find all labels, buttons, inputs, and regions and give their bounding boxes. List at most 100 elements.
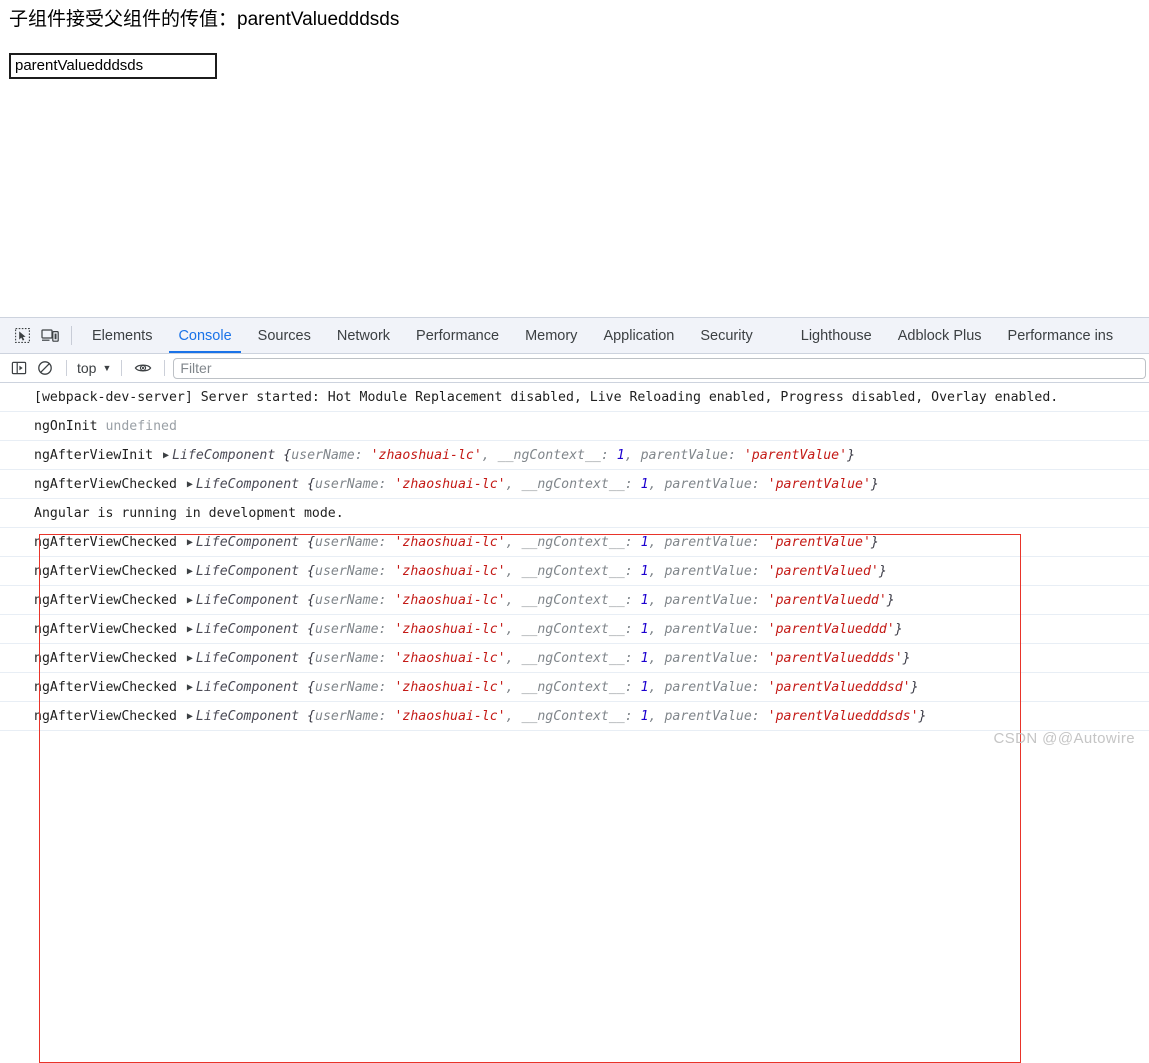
object-key: parentValue <box>640 448 728 463</box>
console-message[interactable]: [webpack-dev-server] Server started: Hot… <box>0 383 1149 412</box>
inspect-element-icon[interactable] <box>8 318 36 353</box>
object-value-string: 'zhaoshuai-lc' <box>394 651 506 666</box>
console-message-text: [webpack-dev-server] Server started: Hot… <box>34 390 1059 405</box>
tab-application[interactable]: Application <box>590 318 687 353</box>
web-page-viewport: 子组件接受父组件的传值：parentValuedddsds <box>0 0 1149 317</box>
object-value-string: 'zhaoshuai-lc' <box>394 680 506 695</box>
object-value-string: 'zhaoshuai-lc' <box>394 564 506 579</box>
tab-performance[interactable]: Performance <box>403 318 512 353</box>
console-sidebar-icon[interactable] <box>6 356 32 380</box>
console-message[interactable]: ngAfterViewChecked ▶ LifeComponent {userN… <box>0 702 1149 731</box>
object-value-string: 'parentValuedddsds' <box>767 709 919 724</box>
disclosure-triangle-icon[interactable]: ▶ <box>185 644 196 673</box>
tab-label: Adblock Plus <box>897 327 982 344</box>
console-message[interactable]: ngAfterViewInit ▶ LifeComponent {userName… <box>0 441 1149 470</box>
toolbar-divider <box>121 360 123 376</box>
console-message-text: Angular is running in development mode. <box>34 506 344 521</box>
object-value-string: 'zhaoshuai-lc' <box>394 477 506 492</box>
disclosure-triangle-icon[interactable]: ▶ <box>185 615 196 644</box>
console-message[interactable]: Angular is running in development mode. <box>0 499 1149 528</box>
console-message-label: ngAfterViewChecked <box>34 680 177 695</box>
watermark-text: CSDN @@Autowire <box>993 730 1135 747</box>
object-key: parentValue <box>664 564 752 579</box>
disclosure-triangle-icon[interactable]: ▶ <box>185 586 196 615</box>
object-value-string: 'parentValue' <box>767 535 871 550</box>
console-message[interactable]: ngAfterViewChecked ▶ LifeComponent {userN… <box>0 644 1149 673</box>
object-key: userName <box>315 535 379 550</box>
object-constructor-name: LifeComponent <box>195 535 300 550</box>
object-value-number: 1 <box>640 564 649 579</box>
disclosure-triangle-icon[interactable]: ▶ <box>185 557 196 586</box>
page-title: 子组件接受父组件的传值：parentValuedddsds <box>9 9 400 30</box>
tab-security[interactable]: Security <box>687 318 765 353</box>
disclosure-triangle-icon[interactable]: ▶ <box>185 702 196 731</box>
tab-label: Memory <box>525 327 578 344</box>
tab-console[interactable]: Console <box>165 318 244 353</box>
tab-label: Performance <box>416 327 500 344</box>
tab-elements[interactable]: Elements <box>79 318 165 353</box>
live-expression-eye-icon[interactable] <box>130 356 156 380</box>
disclosure-triangle-icon[interactable]: ▶ <box>185 673 196 702</box>
object-key: userName <box>315 477 379 492</box>
toolbar-divider <box>66 360 67 376</box>
object-key: userName <box>315 622 379 637</box>
object-constructor-name: LifeComponent <box>195 651 300 666</box>
console-message-label: ngAfterViewChecked <box>34 477 177 492</box>
console-toolbar: top ▼ <box>0 354 1149 383</box>
tab-adblock-plus[interactable]: Adblock Plus <box>885 318 995 353</box>
console-message[interactable]: ngAfterViewChecked ▶ LifeComponent {userN… <box>0 615 1149 644</box>
disclosure-triangle-icon[interactable]: ▶ <box>185 528 196 557</box>
console-message-list[interactable]: [webpack-dev-server] Server started: Hot… <box>0 383 1149 754</box>
toolbar-divider <box>164 360 166 376</box>
console-message[interactable]: ngAfterViewChecked ▶ LifeComponent {userN… <box>0 557 1149 586</box>
console-filter-input[interactable] <box>173 357 1146 379</box>
console-message[interactable]: ngAfterViewChecked ▶ LifeComponent {userN… <box>0 470 1149 499</box>
console-message-label: ngAfterViewChecked <box>34 564 177 579</box>
object-value-string: 'parentValued' <box>767 564 879 579</box>
execution-context-dropdown[interactable]: top ▼ <box>75 360 113 376</box>
disclosure-triangle-icon[interactable]: ▶ <box>161 441 172 470</box>
console-message-label: ngAfterViewChecked <box>34 535 177 550</box>
object-value-number: 1 <box>640 535 649 550</box>
console-message[interactable]: ngAfterViewChecked ▶ LifeComponent {userN… <box>0 586 1149 615</box>
object-value-string: 'zhaoshuai-lc' <box>394 593 506 608</box>
object-value-string: 'zhaoshuai-lc' <box>370 448 482 463</box>
object-key: parentValue <box>664 477 752 492</box>
tab-lighthouse[interactable]: Lighthouse <box>788 318 885 353</box>
console-message[interactable]: ngOnInit undefined <box>0 412 1149 441</box>
object-value-string: 'parentValue' <box>767 477 871 492</box>
tab-label: Application <box>603 327 675 344</box>
object-constructor-name: LifeComponent <box>172 448 276 463</box>
execution-context-label: top <box>77 360 97 376</box>
object-value-number: 1 <box>640 477 649 492</box>
disclosure-triangle-icon[interactable]: ▶ <box>185 470 196 499</box>
object-value-string: 'parentValue' <box>743 448 848 463</box>
console-message[interactable]: ngAfterViewChecked ▶ LifeComponent {userN… <box>0 673 1149 702</box>
console-message-label: ngAfterViewChecked <box>34 593 177 608</box>
object-key: __ngContext__ <box>497 448 601 463</box>
devtools-panel: Elements Console Sources Network Perform… <box>0 317 1149 1063</box>
object-value-number: 1 <box>640 622 649 637</box>
object-value-string: 'parentValuedddsd' <box>767 680 911 695</box>
tab-sources[interactable]: Sources <box>245 318 324 353</box>
console-message-label: ngAfterViewChecked <box>34 709 177 724</box>
tab-memory[interactable]: Memory <box>512 318 590 353</box>
clear-console-icon[interactable] <box>32 356 58 380</box>
parent-value-input[interactable] <box>9 53 217 79</box>
object-key: __ngContext__ <box>521 593 625 608</box>
console-message[interactable]: ngAfterViewChecked ▶ LifeComponent {userN… <box>0 528 1149 557</box>
console-message-value: undefined <box>105 419 177 434</box>
tab-label: Network <box>336 327 391 344</box>
object-value-number: 1 <box>616 448 625 463</box>
object-key: parentValue <box>664 593 752 608</box>
object-value-string: 'zhaoshuai-lc' <box>394 709 506 724</box>
object-key: __ngContext__ <box>521 564 625 579</box>
object-key: __ngContext__ <box>521 651 625 666</box>
tab-performance-insights[interactable]: Performance ins <box>995 318 1127 353</box>
object-constructor-name: LifeComponent <box>195 564 300 579</box>
device-toolbar-icon[interactable] <box>36 318 64 353</box>
object-value-string: 'parentValuedd' <box>767 593 887 608</box>
tab-network[interactable]: Network <box>324 318 403 353</box>
object-key: userName <box>291 448 355 463</box>
object-value-number: 1 <box>640 593 649 608</box>
